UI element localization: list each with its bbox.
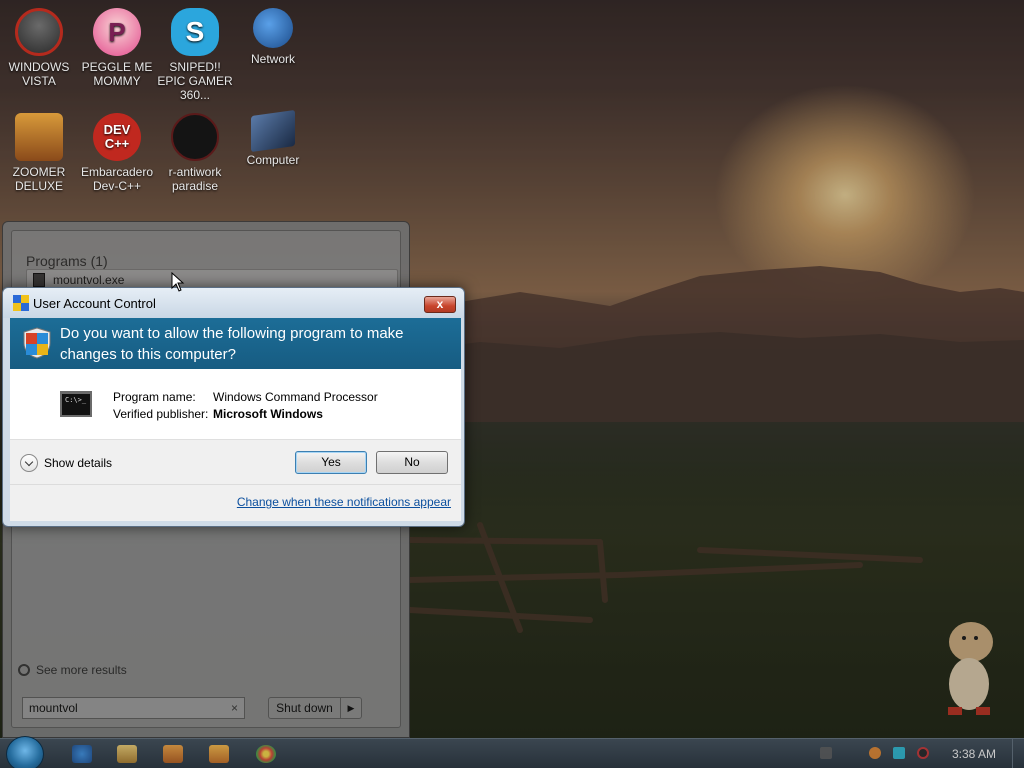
search-icon [18, 664, 30, 676]
uac-body: C:\>_ Program name: Verified publisher: … [10, 369, 461, 521]
desktop-icon-windows-vista[interactable]: WINDOWS VISTA [0, 8, 78, 88]
exe-file-icon [33, 273, 45, 287]
shutdown-button-group: Shut down ▶ [268, 697, 362, 719]
publisher-value: Microsoft Windows [213, 407, 323, 421]
desktop-icon-computer[interactable]: Computer [234, 109, 312, 167]
show-desktop-button[interactable] [1012, 739, 1024, 768]
uac-footer: Show details Yes No Change when these no… [10, 439, 461, 521]
clear-search-icon[interactable]: × [231, 701, 238, 715]
tray-app-icon[interactable] [869, 747, 881, 759]
devcpp-icon: DEV C++ [93, 113, 141, 161]
tray-volume-icon[interactable] [917, 747, 929, 759]
desktop-icon-peggle[interactable]: P PEGGLE ME MOMMY [78, 8, 156, 88]
desktop-icon-antiwork[interactable]: r-antiwork paradise [156, 113, 234, 193]
program-info-labels: Program name: Verified publisher: [113, 389, 208, 423]
uac-title: User Account Control [33, 295, 156, 311]
chrome-icon[interactable] [256, 745, 276, 763]
close-button[interactable]: x [424, 296, 456, 313]
see-more-label: See more results [36, 663, 127, 677]
program-name-value: Windows Command Processor [213, 390, 378, 404]
uac-shield-large-icon [23, 327, 51, 359]
desktop-icon-label: Embarcadero Dev-C++ [80, 165, 154, 193]
desktop-icon-label: r-antiwork paradise [168, 165, 222, 193]
uac-question: Do you want to allow the following progr… [60, 325, 404, 363]
desktop-icon-network[interactable]: Network [234, 8, 312, 66]
yes-button[interactable]: Yes [295, 451, 367, 474]
zoomer-icon [15, 113, 63, 161]
uac-question-banner: Do you want to allow the following progr… [10, 318, 461, 369]
antiwork-icon [171, 113, 219, 161]
tray-network-icon[interactable] [820, 747, 832, 759]
footer-divider [10, 484, 461, 485]
start-search-input[interactable]: mountvol × [22, 697, 245, 719]
taskbar-clock[interactable]: 3:38 AM [952, 747, 996, 761]
internet-explorer-icon[interactable] [72, 745, 92, 763]
change-notifications-link[interactable]: Change when these notifications appear [237, 495, 451, 509]
uac-titlebar: User Account Control x [3, 288, 464, 318]
desktop-icon-devcpp[interactable]: DEV C++ Embarcadero Dev-C++ [78, 113, 156, 193]
publisher-label: Verified publisher: [113, 407, 209, 421]
command-prompt-icon: C:\>_ [60, 391, 92, 417]
desktop-icon-label: Network [250, 52, 295, 66]
desktop-icon-label: WINDOWS VISTA [8, 60, 70, 88]
taskbar: 3:38 AM [0, 736, 1024, 768]
no-button[interactable]: No [376, 451, 448, 474]
desktop-icon-label: SNIPED!! EPIC GAMER 360... [157, 60, 233, 102]
programs-header: Programs (1) [26, 253, 108, 269]
paint-icon[interactable] [209, 745, 229, 763]
uac-dialog: User Account Control x Do you want to al… [2, 287, 465, 527]
start-button[interactable] [6, 736, 44, 768]
show-details-toggle[interactable]: Show details [20, 454, 112, 472]
see-more-results-link[interactable]: See more results [18, 663, 127, 677]
computer-monitor-icon [251, 109, 295, 153]
show-details-label: Show details [44, 456, 113, 470]
tray-monitor-icon[interactable] [893, 747, 905, 759]
desktop-icon-sniped[interactable]: S SNIPED!! EPIC GAMER 360... [156, 8, 234, 102]
vista-orb-icon [15, 8, 63, 56]
desktop-icon-zoomer[interactable]: ZOOMER DELUXE [0, 113, 78, 193]
network-globe-icon [253, 8, 293, 48]
program-name-label: Program name: [113, 390, 196, 404]
shutdown-options-arrow-icon[interactable]: ▶ [341, 698, 361, 718]
uac-shield-icon [13, 295, 29, 311]
file-explorer-icon[interactable] [117, 745, 137, 763]
program-info-values: Windows Command Processor Microsoft Wind… [213, 389, 378, 423]
desktop-icon-label: ZOOMER DELUXE [12, 165, 66, 193]
desktop-icon-label: Computer [246, 153, 300, 167]
chevron-down-icon [20, 454, 38, 472]
mouse-cursor-icon [171, 272, 185, 292]
media-player-icon[interactable] [163, 745, 183, 763]
desktop-icon-label: PEGGLE ME MOMMY [81, 60, 153, 88]
peggle-p-icon: P [93, 8, 141, 56]
shutdown-button[interactable]: Shut down [269, 698, 341, 718]
search-value: mountvol [29, 701, 78, 715]
program-result-label: mountvol.exe [53, 273, 125, 287]
skype-s-icon: S [171, 8, 219, 56]
